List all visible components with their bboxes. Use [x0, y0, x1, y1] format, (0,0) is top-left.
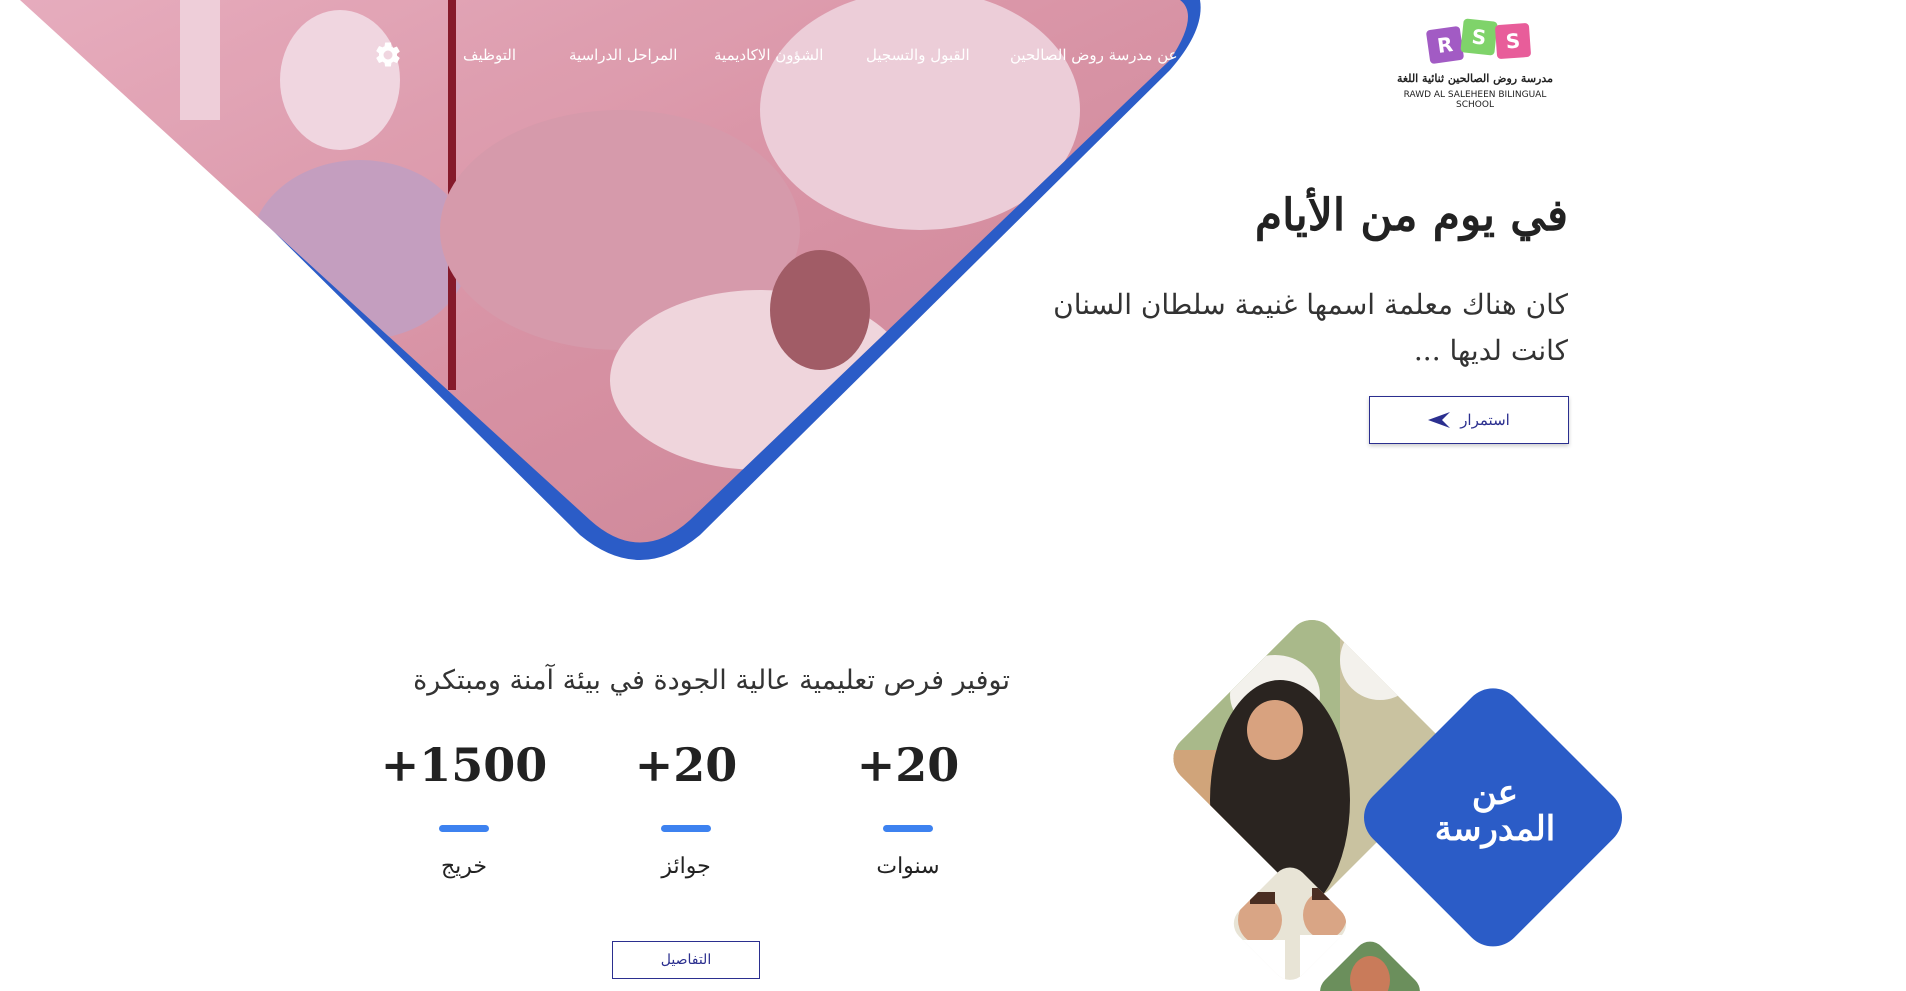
logo-tiles: R S S: [1418, 12, 1532, 72]
about-label-line1: عن: [1471, 773, 1519, 813]
school-logo[interactable]: R S S مدرسة روض الصالحين ثنائية اللغة RA…: [1390, 12, 1560, 110]
logo-tile-s1: S: [1460, 18, 1498, 56]
nav-item-academics[interactable]: الشؤون الاكاديمية: [714, 46, 823, 64]
stat-bar: [439, 825, 489, 832]
logo-name-english: RAWD AL SALEHEEN BILINGUAL SCHOOL: [1403, 90, 1547, 110]
stat-years: +20 سنوات: [818, 735, 998, 879]
gear-icon[interactable]: [373, 40, 403, 70]
nav-item-admission[interactable]: القبول والتسجيل: [866, 46, 970, 64]
details-button[interactable]: التفاصيل: [612, 941, 760, 979]
hero-title: في يوم من الأيام: [1254, 190, 1568, 241]
logo-tile-r: R: [1425, 25, 1465, 65]
about-label-line2: المدرسة: [1434, 809, 1556, 849]
nav-item-stages[interactable]: المراحل الدراسية: [569, 46, 677, 64]
stat-value: +20: [634, 738, 738, 792]
about-school-label[interactable]: عن المدرسة: [1390, 775, 1600, 847]
stat-label: جوائز: [661, 854, 711, 879]
continue-button-label: استمرار: [1460, 411, 1510, 429]
stat-value: +1500: [380, 738, 548, 792]
stat-bar: [661, 825, 711, 832]
stat-label: سنوات: [876, 854, 940, 879]
stat-graduates: +1500 خريج: [374, 735, 554, 879]
nav-item-about[interactable]: عن مدرسة روض الصالحين: [1010, 46, 1178, 64]
stat-bar: [883, 825, 933, 832]
stat-label: خريج: [440, 854, 488, 879]
logo-name-arabic: مدرسة روض الصالحين ثنائية اللغة: [1396, 72, 1554, 85]
nav-item-careers[interactable]: التوظيف: [463, 46, 516, 64]
hero-blue-border: [40, 0, 1201, 560]
stat-awards: +20 جوائز: [596, 735, 776, 879]
stat-value: +20: [856, 738, 960, 792]
logo-tile-s2: S: [1494, 22, 1532, 60]
continue-button[interactable]: استمرار: [1369, 396, 1569, 444]
hero-subtitle: كان هناك معلمة اسمها غنيمة سلطان السنان …: [1053, 288, 1568, 367]
mission-statement: توفير فرص تعليمية عالية الجودة في بيئة آ…: [413, 665, 1010, 696]
arrow-left-icon: [1428, 412, 1451, 428]
